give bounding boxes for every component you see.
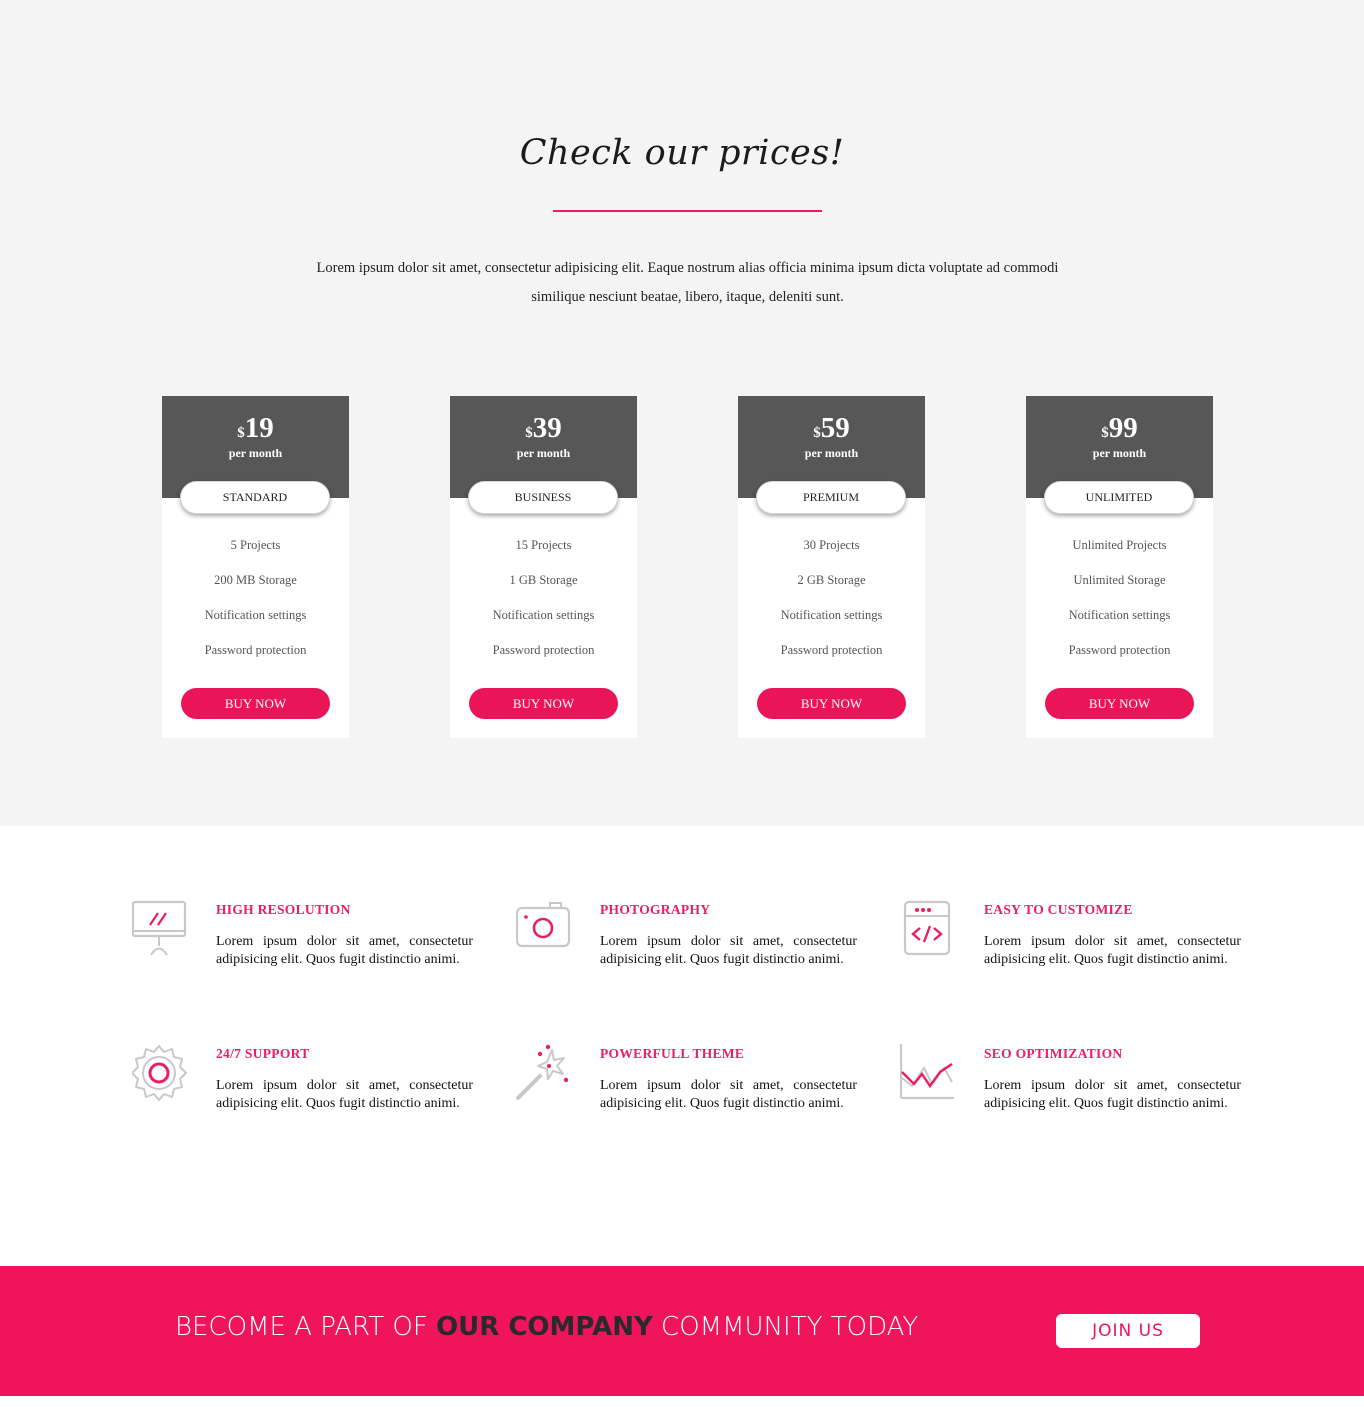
price: $39 (450, 412, 637, 445)
pricing-card-unlimited: $99 per month UNLIMITED Unlimited Projec… (1026, 396, 1213, 738)
pricing-section: Check our prices! Lorem ipsum dolor sit … (0, 0, 1364, 826)
currency: $ (1101, 425, 1109, 441)
plan-feature: Notification settings (780, 608, 883, 622)
buy-now-button[interactable]: BUY NOW (469, 688, 618, 719)
plan-feature: Notification settings (1068, 608, 1171, 622)
pricing-description: Lorem ipsum dolor sit amet, consectetur … (316, 260, 1059, 305)
feature-title: PHOTOGRAPHY (600, 902, 711, 917)
feature-title: 24/7 SUPPORT (216, 1046, 310, 1061)
plan-feature: 5 Projects (230, 538, 281, 552)
cta-text-bold: OUR COMPANY (436, 1312, 653, 1342)
pricing-card-premium: $59 per month PREMIUM 30 Projects 2 GB S… (738, 396, 925, 738)
price-amount: 99 (1108, 412, 1138, 444)
plan-feature: Password protection (204, 643, 307, 657)
plan-feature: Notification settings (204, 608, 307, 622)
feature-text: Lorem ipsum dolor sit amet, consectetur … (984, 934, 1241, 967)
feature-support: 24/7 SUPPORT Lorem ipsum dolor sit amet,… (132, 1044, 492, 1154)
magic-wand-icon (516, 1044, 569, 1100)
plan-feature: Notification settings (492, 608, 595, 622)
plan-feature: Unlimited Projects (1072, 538, 1167, 552)
feature-photography: PHOTOGRAPHY Lorem ipsum dolor sit amet, … (516, 900, 876, 1010)
price-period: per month (804, 446, 859, 460)
plan-feature: 30 Projects (803, 538, 860, 552)
price-amount: 19 (244, 412, 274, 444)
feature-title: SEO OPTIMIZATION (984, 1046, 1123, 1061)
camera-icon (516, 902, 571, 948)
plan-feature: Password protection (780, 643, 883, 657)
feature-title: POWERFULL THEME (600, 1046, 745, 1061)
plan-name-badge: BUSINESS (468, 481, 618, 514)
feature-title: HIGH RESOLUTION (216, 902, 351, 917)
plan-feature: 200 MB Storage (214, 573, 297, 587)
page-footer-gap (0, 1396, 1364, 1412)
currency: $ (237, 425, 245, 441)
feature-text: Lorem ipsum dolor sit amet, consectetur … (984, 1078, 1241, 1111)
feature-text: Lorem ipsum dolor sit amet, consectetur … (600, 1078, 857, 1111)
plan-feature: 1 GB Storage (509, 573, 578, 587)
price-period: per month (1092, 446, 1147, 460)
plan-feature: 2 GB Storage (797, 573, 866, 587)
currency: $ (813, 425, 821, 441)
feature-easy-to-customize: EASY TO CUSTOMIZE Lorem ipsum dolor sit … (900, 900, 1260, 1010)
buy-now-button[interactable]: BUY NOW (181, 688, 330, 719)
plan-name-badge: UNLIMITED (1044, 481, 1194, 514)
feature-high-resolution: HIGH RESOLUTION Lorem ipsum dolor sit am… (132, 900, 492, 1010)
cta-text-after: COMMUNITY TODAY (652, 1312, 919, 1342)
plan-feature: Password protection (492, 643, 595, 657)
plan-feature: 15 Projects (515, 538, 572, 552)
code-icon (903, 900, 951, 956)
pricing-card-business: $39 per month BUSINESS 15 Projects 1 GB … (450, 396, 637, 738)
currency: $ (525, 425, 533, 441)
price-amount: 59 (820, 412, 850, 444)
plan-feature: Password protection (1068, 643, 1171, 657)
join-us-button[interactable]: JOIN US (1056, 1314, 1200, 1348)
title-underline (553, 210, 822, 212)
cta-text-before: BECOME A PART OF (175, 1312, 437, 1342)
pricing-title: Check our prices! (519, 133, 845, 173)
pricing-card-standard: $19 per month STANDARD 5 Projects 200 MB… (162, 396, 349, 738)
buy-now-button[interactable]: BUY NOW (1045, 688, 1194, 719)
feature-text: Lorem ipsum dolor sit amet, consectetur … (216, 934, 473, 967)
feature-text: Lorem ipsum dolor sit amet, consectetur … (216, 1078, 473, 1111)
line-chart-icon (900, 1044, 954, 1100)
cta-headline: BECOME A PART OF OUR COMPANY COMMUNITY T… (175, 1312, 918, 1342)
price: $19 (162, 412, 349, 445)
price-period: per month (228, 446, 283, 460)
plan-name-badge: PREMIUM (756, 481, 906, 514)
cta-banner: BECOME A PART OF OUR COMPANY COMMUNITY T… (0, 1266, 1364, 1396)
monitor-icon (132, 900, 187, 956)
price: $99 (1026, 412, 1213, 445)
buy-now-button[interactable]: BUY NOW (757, 688, 906, 719)
feature-seo-optimization: SEO OPTIMIZATION Lorem ipsum dolor sit a… (900, 1044, 1260, 1154)
plan-name-badge: STANDARD (180, 481, 330, 514)
gear-icon (132, 1045, 187, 1101)
price: $59 (738, 412, 925, 445)
feature-title: EASY TO CUSTOMIZE (984, 902, 1133, 917)
price-amount: 39 (532, 412, 562, 444)
plan-feature: Unlimited Storage (1073, 573, 1166, 587)
feature-text: Lorem ipsum dolor sit amet, consectetur … (600, 934, 857, 967)
price-period: per month (516, 446, 571, 460)
feature-powerfull-theme: POWERFULL THEME Lorem ipsum dolor sit am… (516, 1044, 876, 1154)
